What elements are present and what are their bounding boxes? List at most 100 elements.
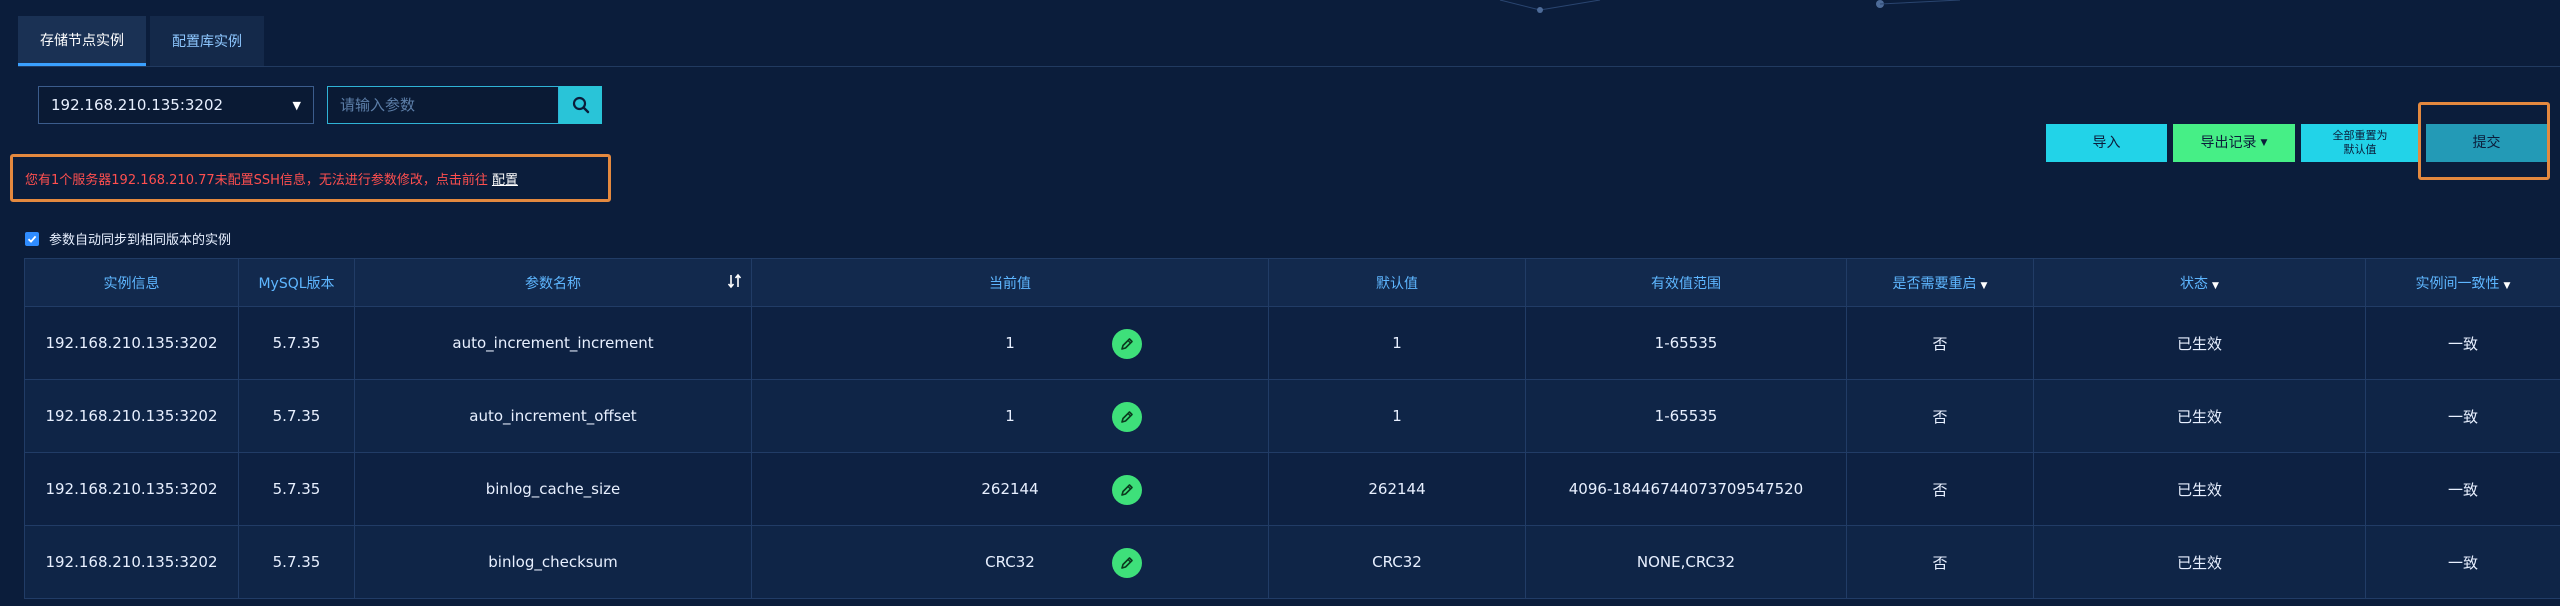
parameter-table: 实例信息 MySQL版本 参数名称 当前值 默认值 有效值范围 是否需要重启 ▼ … [24,258,2560,606]
cell-need-restart: 否 [1846,525,2034,599]
version-value: 5.7.35 [272,334,321,352]
reset-all-default-button[interactable]: 全部重置为 默认值 [2301,124,2419,162]
configure-link[interactable]: 配置 [492,169,518,188]
cell-version: 5.7.35 [238,306,355,380]
cell-status: 已生效 [2033,452,2366,526]
header-need-restart-label: 是否需要重启 [1892,275,1977,292]
table-row: 192.168.210.135:3202 5.7.35 auto_increme… [24,379,2560,453]
cell-instance: 192.168.210.135:3202 [24,306,239,380]
sort-icon[interactable] [727,273,743,293]
edit-button[interactable] [1112,475,1142,505]
edit-button[interactable] [1112,548,1142,578]
header-status-label: 状态 [2180,275,2209,292]
header-param-name[interactable]: 参数名称 [354,258,752,307]
cell-instance: 192.168.210.135:3202 [24,452,239,526]
header-instance: 实例信息 [24,258,239,307]
header-current-value: 当前值 [751,258,1269,307]
instance-value: 192.168.210.135:3202 [45,407,218,425]
header-valid-range: 有效值范围 [1525,258,1847,307]
param-name-value: binlog_cache_size [485,480,621,498]
export-records-button[interactable]: 导出记录 ▼ [2173,124,2295,162]
tab-config-db[interactable]: 配置库实例 [150,16,264,66]
version-value: 5.7.35 [272,407,321,425]
need-restart-value: 否 [1932,553,1948,572]
chevron-down-icon: ▼ [292,98,301,112]
background-decoration [1499,0,1961,13]
reset-label-line2: 默认值 [2343,143,2377,156]
cell-param-name: auto_increment_offset [354,379,752,453]
header-consistency[interactable]: 实例间一致性 ▼ [2365,258,2560,307]
table-row: 192.168.210.135:3202 5.7.35 binlog_check… [24,525,2560,599]
pencil-icon [1121,338,1133,350]
param-search-input[interactable] [327,86,559,124]
search-button[interactable] [559,86,602,124]
version-value: 5.7.35 [272,553,321,571]
cell-consistency: 一致 [2365,379,2560,453]
reset-label-line1: 全部重置为 [2332,129,2388,142]
cell-param-name: binlog_checksum [354,525,752,599]
need-restart-value: 否 [1932,480,1948,499]
cell-status: 已生效 [2033,379,2366,453]
pencil-icon [1121,411,1133,423]
cell-need-restart: 否 [1846,379,2034,453]
cell-need-restart: 否 [1846,452,2034,526]
valid-range-value: 1-65535 [1654,334,1718,352]
pencil-icon [1121,484,1133,496]
version-value: 5.7.35 [272,480,321,498]
cell-current-value: 1 [751,379,1269,453]
param-name-value: binlog_checksum [488,553,618,571]
chevron-down-icon: ▼ [1980,280,1988,291]
table-row: 192.168.210.135:3202 5.7.35 auto_increme… [24,306,2560,380]
header-consistency-label: 实例间一致性 [2415,275,2500,292]
header-status[interactable]: 状态 ▼ [2033,258,2366,307]
cell-version: 5.7.35 [238,525,355,599]
default-value: 1 [1392,407,1402,425]
param-name-value: auto_increment_increment [452,334,654,352]
instance-tabs: 存储节点实例 配置库实例 [18,16,268,66]
submit-button[interactable]: 提交 [2426,124,2547,162]
instance-select[interactable]: 192.168.210.135:3202 ▼ [38,86,314,124]
tabs-divider [18,66,2560,67]
default-value: 1 [1392,334,1402,352]
cell-instance: 192.168.210.135:3202 [24,525,239,599]
cell-default-value: 262144 [1268,452,1526,526]
auto-sync-option[interactable]: 参数自动同步到相同版本的实例 [25,229,231,248]
import-button[interactable]: 导入 [2046,124,2167,162]
cell-valid-range: NONE,CRC32 [1525,525,1847,599]
search-icon [572,96,589,114]
cell-consistency: 一致 [2365,306,2560,380]
chevron-down-icon: ▼ [2212,280,2219,291]
instance-value: 192.168.210.135:3202 [45,480,218,498]
status-value: 已生效 [2176,553,2222,572]
current-value: 262144 [981,480,1039,498]
cell-current-value: CRC32 [751,525,1269,599]
auto-sync-label: 参数自动同步到相同版本的实例 [49,233,232,248]
cell-consistency: 一致 [2365,525,2560,599]
cell-default-value: 1 [1268,379,1526,453]
header-need-restart[interactable]: 是否需要重启 ▼ [1846,258,2034,307]
edit-button[interactable] [1112,402,1142,432]
cell-valid-range: 4096-18446744073709547520 [1525,452,1847,526]
current-value: 1 [1005,407,1015,425]
cell-valid-range: 1-65535 [1525,306,1847,380]
consistency-value: 一致 [2447,480,2478,499]
current-value: CRC32 [985,553,1035,571]
table-header-row: 实例信息 MySQL版本 参数名称 当前值 默认值 有效值范围 是否需要重启 ▼ … [24,258,2560,307]
header-param-name-label: 参数名称 [525,275,581,292]
tab-storage-node[interactable]: 存储节点实例 [18,16,146,66]
status-value: 已生效 [2176,334,2222,353]
status-value: 已生效 [2176,480,2222,499]
consistency-value: 一致 [2447,407,2478,426]
chevron-down-icon: ▼ [2503,280,2511,291]
param-name-value: auto_increment_offset [469,407,637,425]
edit-button[interactable] [1112,329,1142,359]
cell-version: 5.7.35 [238,379,355,453]
status-value: 已生效 [2176,407,2222,426]
auto-sync-checkbox[interactable] [25,231,39,246]
cell-version: 5.7.35 [238,452,355,526]
cell-instance: 192.168.210.135:3202 [24,379,239,453]
cell-status: 已生效 [2033,525,2366,599]
consistency-value: 一致 [2447,553,2478,572]
instance-select-value: 192.168.210.135:3202 [51,96,224,114]
instance-value: 192.168.210.135:3202 [45,553,218,571]
